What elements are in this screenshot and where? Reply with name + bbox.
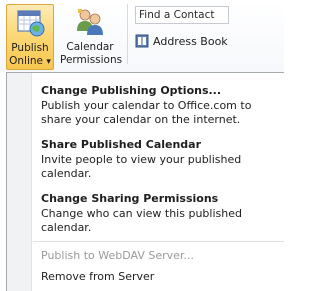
address-book-label: Address Book bbox=[153, 35, 228, 48]
menu-item-desc: Publish your calendar to Office.com to s… bbox=[41, 99, 252, 126]
menu-item-title: Change Sharing Permissions bbox=[41, 192, 219, 205]
address-book-button[interactable]: Address Book bbox=[135, 34, 228, 52]
publish-label-2: Online ▾ bbox=[9, 55, 51, 67]
change-publishing-options-item[interactable]: Change Publishing Options... Publish you… bbox=[41, 84, 280, 127]
publish-to-webdav-item[interactable]: Publish to WebDAV Server... bbox=[41, 249, 194, 263]
menu-item-desc: Invite people to view your published cal… bbox=[41, 153, 242, 180]
permissions-label: Calendar bbox=[66, 41, 114, 53]
address-book-icon bbox=[135, 34, 149, 48]
publish-label: Publish bbox=[11, 42, 49, 54]
group-separator bbox=[127, 4, 128, 64]
menu-separator bbox=[33, 241, 284, 242]
menu-gutter bbox=[7, 73, 32, 291]
people-icon bbox=[77, 9, 103, 35]
permissions-label-2: Permissions bbox=[60, 54, 123, 66]
find-contact-input[interactable]: Find a Contact bbox=[135, 6, 229, 24]
menu-item-title: Share Published Calendar bbox=[41, 138, 202, 151]
menu-item-desc: Change who can view this published calen… bbox=[41, 207, 242, 234]
publish-online-button[interactable]: Publish Online ▾ bbox=[6, 4, 54, 70]
remove-from-server-item[interactable]: Remove from Server bbox=[41, 270, 154, 284]
publish-online-menu: Change Publishing Options... Publish you… bbox=[6, 72, 284, 291]
share-published-calendar-item[interactable]: Share Published Calendar Invite people t… bbox=[41, 138, 280, 181]
ribbon: Publish Online ▾ Calendar Permissions Fi… bbox=[0, 0, 284, 72]
calendar-globe-icon bbox=[17, 10, 45, 37]
change-sharing-permissions-item[interactable]: Change Sharing Permissions Change who ca… bbox=[41, 192, 280, 235]
chevron-down-icon: ▾ bbox=[46, 57, 51, 67]
menu-item-title: Change Publishing Options... bbox=[41, 84, 222, 97]
calendar-permissions-button[interactable]: Calendar Permissions bbox=[60, 4, 123, 70]
